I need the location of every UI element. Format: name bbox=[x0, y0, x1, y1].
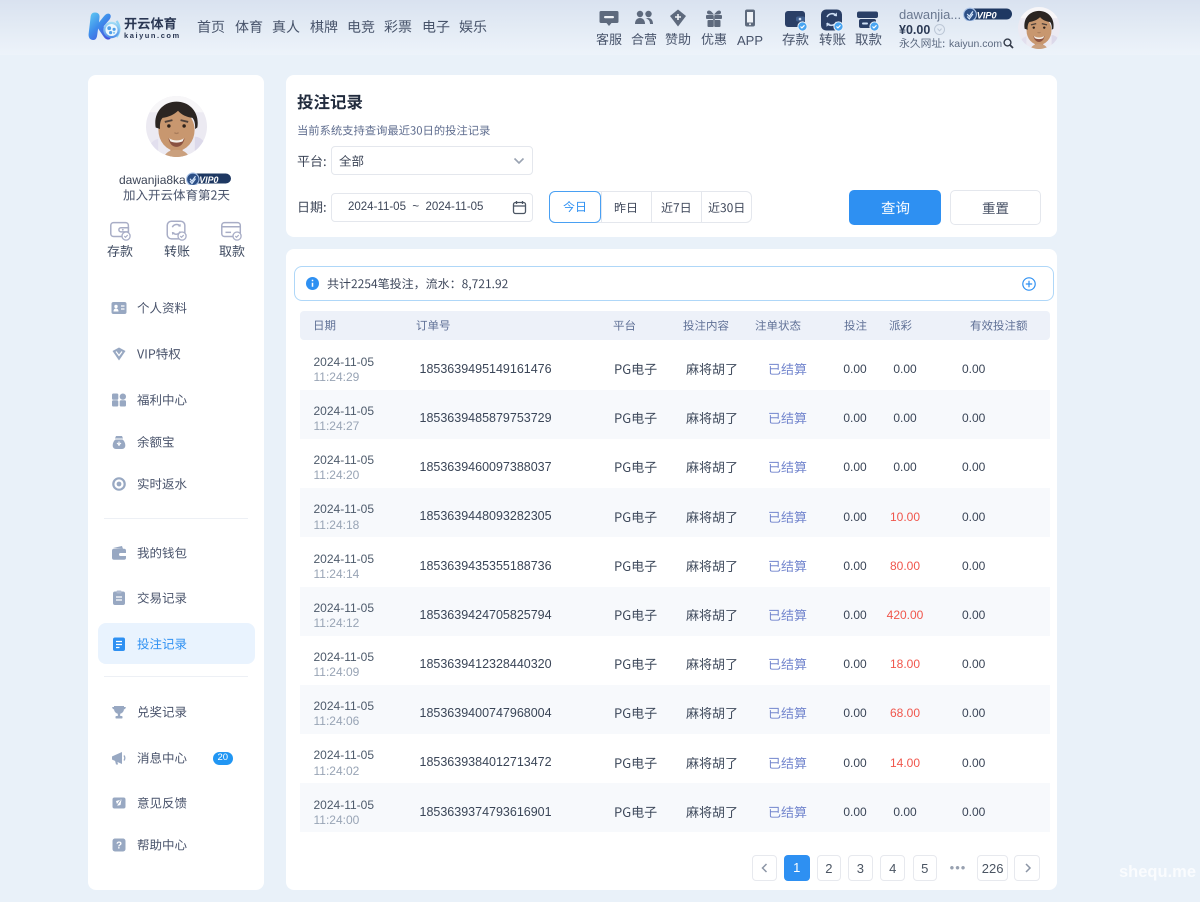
svg-text:VIP0: VIP0 bbox=[977, 10, 998, 20]
svg-text:VIP0: VIP0 bbox=[199, 175, 218, 185]
svg-text:?: ? bbox=[116, 840, 122, 851]
